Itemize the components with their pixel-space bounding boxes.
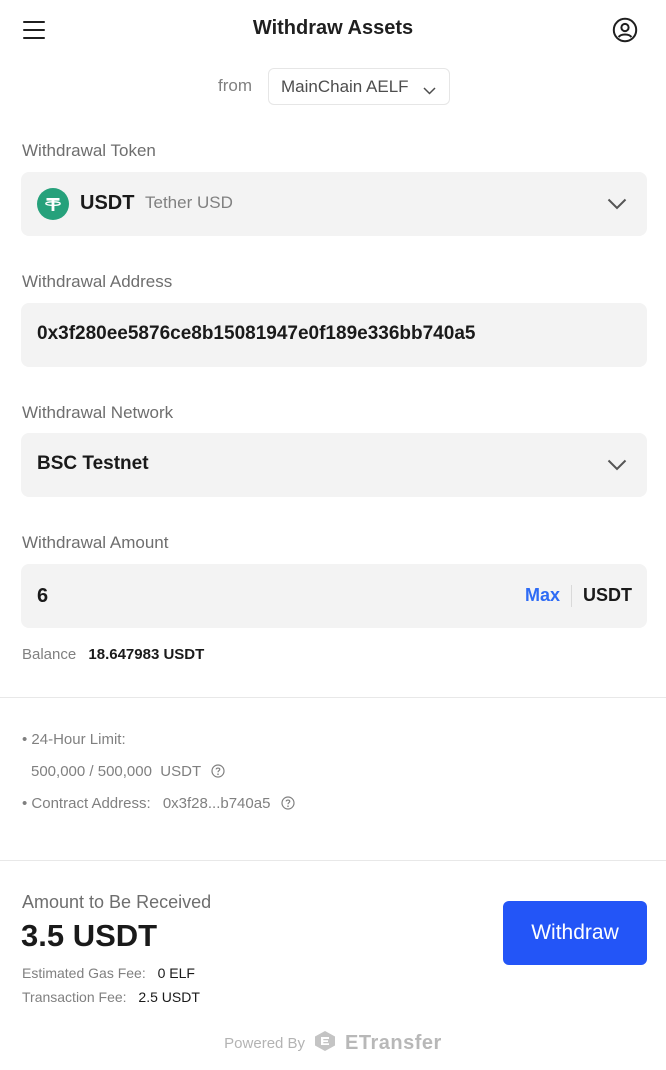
app-header: Withdraw Assets xyxy=(0,0,666,60)
network-select[interactable]: BSC Testnet xyxy=(21,433,647,497)
chevron-down-icon xyxy=(423,82,436,100)
from-row: from MainChain AELF xyxy=(0,68,666,105)
balance-label: Balance xyxy=(22,646,77,663)
address-value: 0x3f280ee5876ce8b15081947e0f189e336bb740… xyxy=(37,323,476,344)
limit-label: • 24-Hour Limit: xyxy=(22,731,126,748)
powered-by-footer: Powered By ETransfer xyxy=(0,1030,666,1056)
tx-fee-value: 2.5 USDT xyxy=(138,989,200,1005)
contract-value: 0x3f28...b740a5 xyxy=(162,795,271,812)
withdrawal-address-label: Withdrawal Address xyxy=(22,272,173,291)
page-title: Withdraw Assets xyxy=(252,17,414,39)
tether-icon xyxy=(37,188,69,220)
user-circle-icon[interactable] xyxy=(612,17,638,43)
contract-label: • Contract Address: xyxy=(22,795,151,812)
withdrawal-token-label: Withdrawal Token xyxy=(22,141,156,160)
balance-row: Balance 18.647983 USDT xyxy=(22,646,204,663)
help-circle-icon[interactable] xyxy=(211,764,225,782)
chevron-down-icon[interactable] xyxy=(607,197,627,215)
amount-unit: USDT xyxy=(583,585,632,605)
balance-value: 18.647983 USDT xyxy=(88,646,205,663)
from-label: from xyxy=(218,76,252,95)
gas-fee-row: Estimated Gas Fee: 0 ELF xyxy=(22,965,195,981)
gas-fee-label: Estimated Gas Fee: xyxy=(22,965,146,981)
token-symbol: USDT xyxy=(80,192,135,214)
address-field[interactable]: 0x3f280ee5876ce8b15081947e0f189e336bb740… xyxy=(21,303,647,367)
amount-field: Max USDT xyxy=(21,564,647,628)
amount-input[interactable] xyxy=(37,582,497,610)
withdraw-button[interactable]: Withdraw xyxy=(503,901,647,965)
contract-row: • Contract Address: 0x3f28...b740a5 xyxy=(22,795,295,814)
section-divider xyxy=(0,860,666,861)
section-divider xyxy=(0,697,666,698)
gas-fee-value: 0 ELF xyxy=(157,965,195,981)
limit-row: 500,000 / 500,000 USDT xyxy=(31,763,225,782)
help-circle-icon[interactable] xyxy=(280,796,295,814)
limit-value: 500,000 / 500,000 USDT xyxy=(31,763,201,780)
source-chain-select[interactable]: MainChain AELF xyxy=(268,68,450,105)
amount-divider xyxy=(571,585,572,607)
powered-by-label: Powered By xyxy=(224,1034,306,1052)
etransfer-logo-icon xyxy=(313,1030,337,1056)
withdrawal-amount-label: Withdrawal Amount xyxy=(22,533,169,552)
receive-amount: 3.5 USDT xyxy=(21,918,158,953)
receive-label: Amount to Be Received xyxy=(22,892,212,912)
chevron-down-icon[interactable] xyxy=(607,458,627,476)
token-select[interactable]: USDT Tether USD xyxy=(21,172,647,236)
tx-fee-label: Transaction Fee: xyxy=(22,989,127,1005)
max-button[interactable]: Max xyxy=(525,585,560,606)
withdrawal-network-label: Withdrawal Network xyxy=(22,403,174,422)
token-name: Tether USD xyxy=(145,193,233,212)
tx-fee-row: Transaction Fee: 2.5 USDT xyxy=(22,989,200,1005)
network-value: BSC Testnet xyxy=(37,453,149,474)
brand-name: ETransfer xyxy=(345,1031,442,1054)
source-chain-value: MainChain AELF xyxy=(281,77,409,96)
